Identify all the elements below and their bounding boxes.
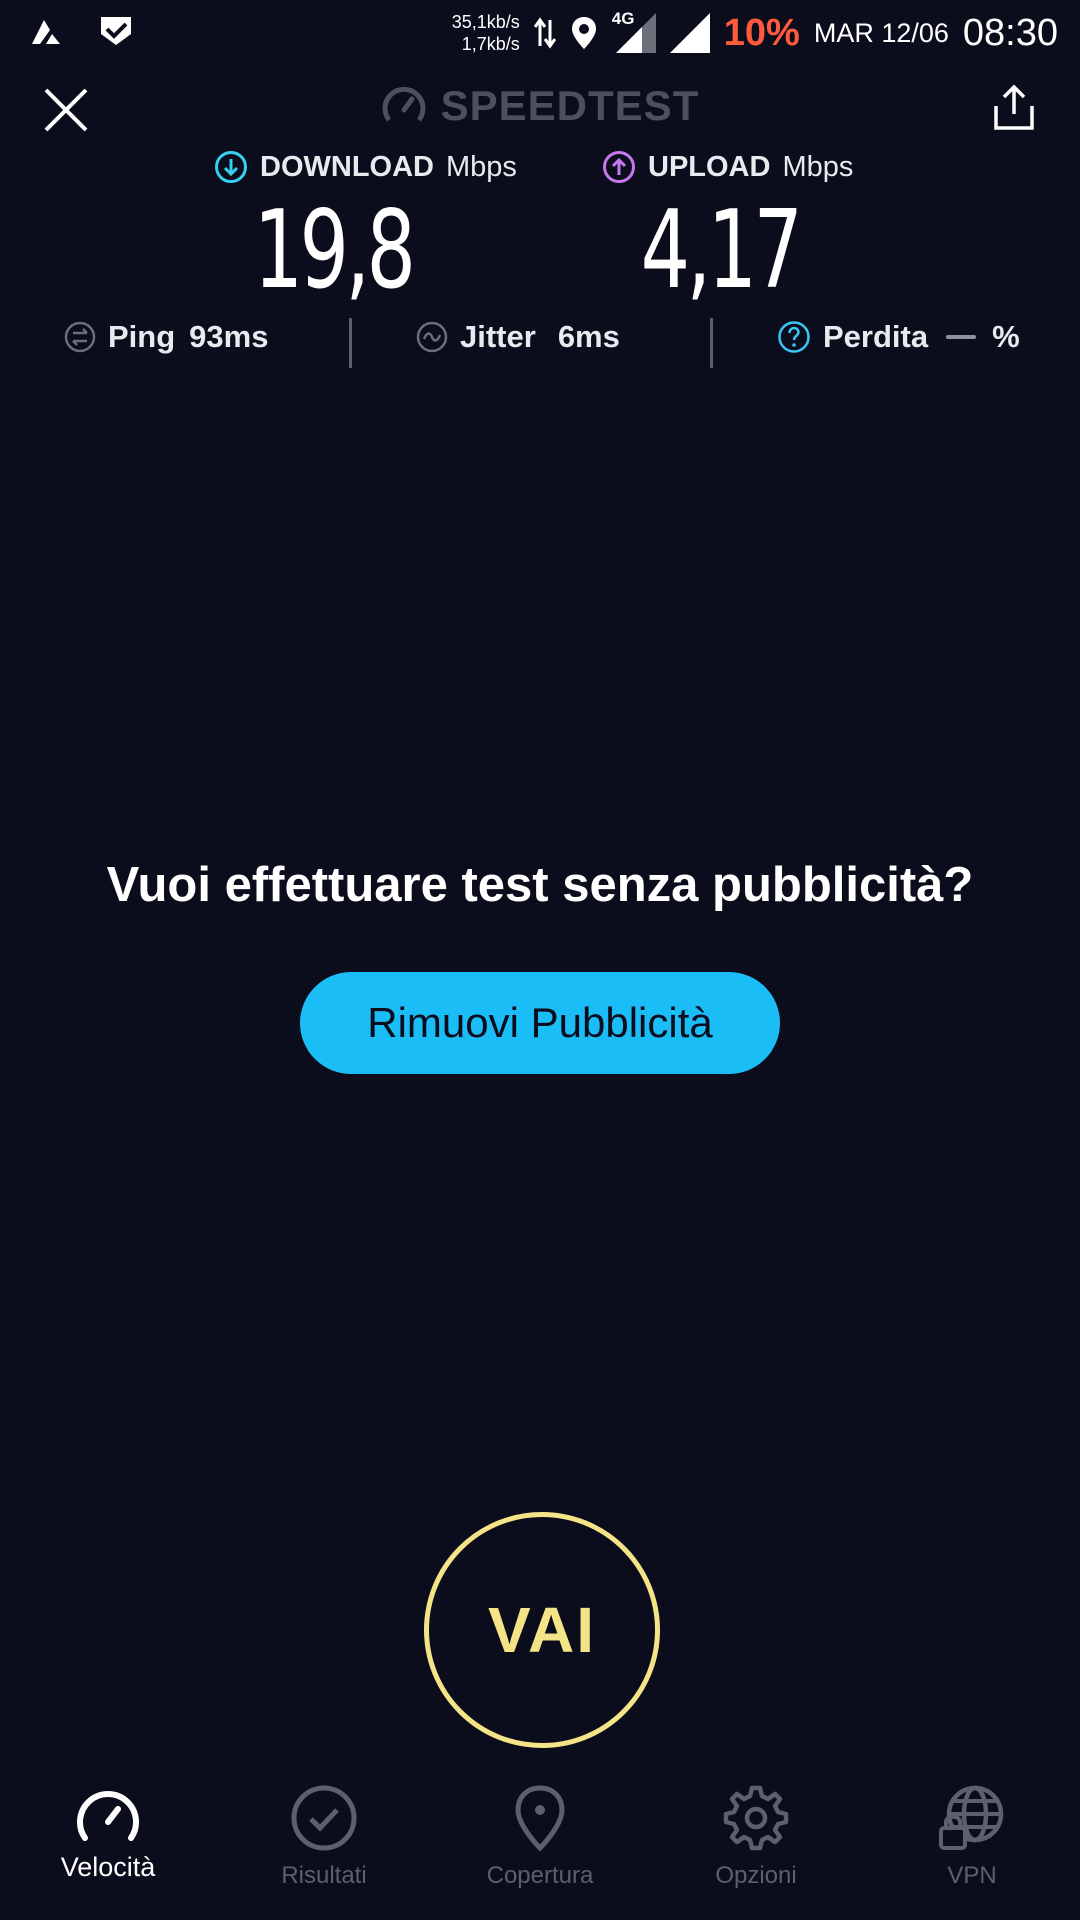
check-circle-icon (291, 1785, 357, 1851)
upload-arrow-icon (603, 151, 635, 183)
status-time: 08:30 (962, 11, 1058, 54)
upload-unit: Mbps (782, 150, 854, 183)
upload-value: 4,17 (640, 188, 803, 313)
remove-ads-button[interactable]: Rimuovi Pubblicità (300, 972, 780, 1074)
app-notification-icon (32, 20, 60, 44)
loss-unit: % (992, 319, 1020, 354)
download-unit: Mbps (445, 150, 517, 183)
nav-label: Velocità (60, 1852, 156, 1882)
upload-label: UPLOAD (648, 150, 771, 183)
jitter-value: 6ms (557, 319, 620, 354)
jitter-icon (416, 321, 448, 353)
nav-label: Risultati (281, 1862, 367, 1889)
status-right: 35,1kb/s 1,7kb/s 4G 10% MAR 12/06 08:30 (452, 8, 1058, 58)
signal-icon (669, 13, 710, 53)
start-test-label: VAI (488, 1594, 596, 1666)
upload-header: UPLOAD Mbps (602, 150, 853, 184)
nav-label: Opzioni (715, 1862, 797, 1889)
speedometer-icon (77, 1791, 139, 1841)
nav-label: Copertura (486, 1862, 594, 1889)
check-notification-icon (101, 17, 131, 45)
loss-label: Perdita (823, 319, 929, 354)
nav-item-speed[interactable]: Velocità (0, 1770, 216, 1920)
globe-lock-icon (939, 1785, 1004, 1850)
nav-item-results[interactable]: Risultati (216, 1770, 432, 1920)
ping-label: Ping (108, 319, 176, 354)
stats-divider (710, 318, 713, 368)
jitter-label: Jitter (460, 319, 536, 354)
location-icon (571, 17, 596, 49)
status-date: MAR 12/06 (813, 17, 949, 48)
start-test-button[interactable]: VAI (424, 1512, 660, 1748)
nav-item-options[interactable]: Opzioni (648, 1770, 864, 1920)
loss-empty-dash (946, 335, 977, 339)
download-header: DOWNLOAD Mbps (214, 150, 517, 184)
signal-4g-icon: 4G (612, 9, 656, 53)
share-icon (994, 84, 1034, 130)
nav-label: VPN (947, 1862, 997, 1889)
loss-stat: Perdita % (777, 315, 1020, 359)
app-title: SPEEDTEST (0, 82, 1080, 130)
ping-stat: Ping 93ms (64, 315, 268, 359)
map-pin-icon (515, 1785, 565, 1852)
share-button[interactable] (990, 84, 1038, 132)
ad-free-promo-text: Vuoi effettuare test senza pubblicità? (106, 858, 974, 912)
battery-percentage: 10% (723, 11, 800, 54)
notification-icons (28, 14, 134, 48)
jitter-stat: Jitter 6ms (416, 315, 620, 359)
nav-item-vpn[interactable]: VPN (864, 1770, 1080, 1920)
app-title-text: SPEEDTEST (440, 82, 700, 129)
status-bar: 35,1kb/s 1,7kb/s 4G 10% MAR 12/06 08:30 (0, 0, 1080, 66)
download-value: 19,8 (253, 188, 416, 313)
download-label: DOWNLOAD (260, 150, 434, 183)
latency-stats: Ping 93ms Jitter 6ms Perdita % (0, 315, 1080, 373)
ping-value: 93ms (189, 319, 269, 354)
ping-icon (64, 321, 96, 353)
net-up-rate: 1,7kb/s (461, 34, 520, 54)
gear-icon (723, 1785, 789, 1851)
speedometer-logo-icon (382, 86, 426, 122)
help-icon[interactable] (777, 320, 811, 354)
download-arrow-icon (215, 151, 247, 183)
network-rate: 35,1kb/s 1,7kb/s (452, 11, 520, 55)
nav-item-coverage[interactable]: Copertura (432, 1770, 648, 1920)
data-arrows-icon (533, 17, 556, 49)
bottom-navigation: Velocità Risultati Copertura Opzioni VPN (0, 1770, 1080, 1920)
stats-divider (349, 318, 352, 368)
net-down-rate: 35,1kb/s (451, 12, 520, 32)
